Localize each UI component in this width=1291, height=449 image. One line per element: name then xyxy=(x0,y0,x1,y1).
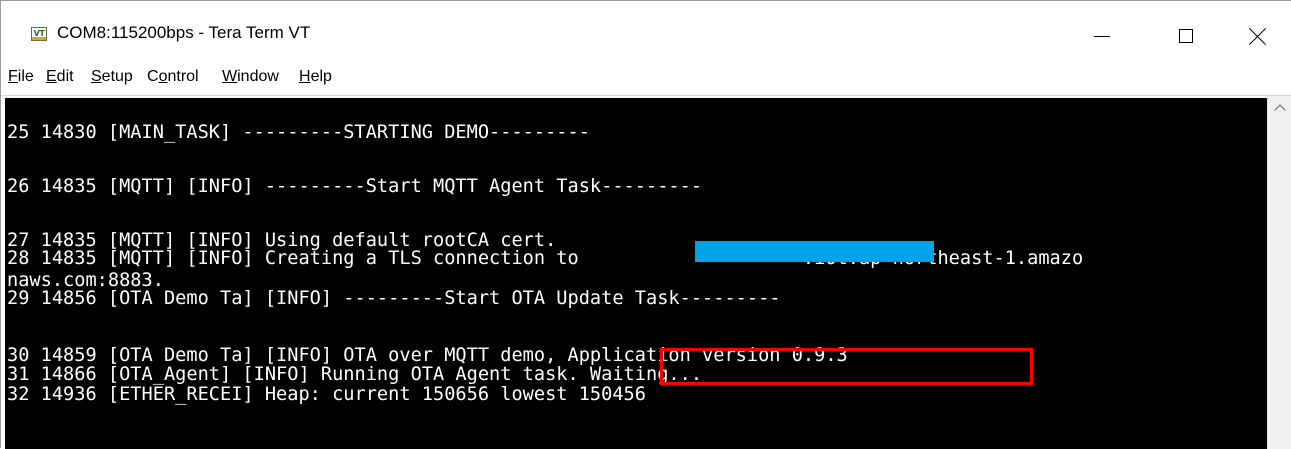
tera-term-window: VT COM8:115200bps - Tera Term VT File Ed… xyxy=(0,0,1291,449)
scroll-up-button[interactable] xyxy=(1268,96,1291,118)
menu-edit-accelerator: E xyxy=(46,68,57,85)
terminal-line: 25 14830 [MAIN_TASK] ---------STARTING D… xyxy=(7,121,590,143)
menu-window[interactable]: Window xyxy=(222,68,279,86)
vertical-scrollbar[interactable] xyxy=(1267,96,1291,449)
minimize-button[interactable] xyxy=(1069,13,1135,59)
menu-edit-label: dit xyxy=(56,68,74,85)
menu-setup-accelerator: S xyxy=(91,68,102,85)
close-icon xyxy=(1249,27,1267,45)
menu-control-prefix: C xyxy=(147,68,159,85)
version-highlight-box xyxy=(660,348,1033,385)
maximize-icon xyxy=(1179,29,1193,43)
menu-setup[interactable]: Setup xyxy=(91,68,133,86)
menu-help-accelerator: H xyxy=(299,68,311,85)
terminal-output[interactable]: 25 14830 [MAIN_TASK] ---------STARTING D… xyxy=(5,98,1267,449)
close-button[interactable] xyxy=(1225,13,1291,59)
menu-file-label: ile xyxy=(17,68,34,85)
title-bar[interactable]: VT COM8:115200bps - Tera Term VT xyxy=(1,1,1291,59)
maximize-button[interactable] xyxy=(1153,13,1219,59)
menu-file-accelerator: F xyxy=(8,68,18,85)
menu-setup-label: etup xyxy=(101,68,133,85)
menu-help-label: elp xyxy=(310,68,332,85)
terminal-line: 32 14936 [ETHER_RECEI] Heap: current 150… xyxy=(7,383,646,405)
tera-term-app-icon[interactable]: VT xyxy=(31,27,47,41)
terminal-line: 29 14856 [OTA Demo Ta] [INFO] ---------S… xyxy=(7,287,781,309)
terminal-line: 26 14835 [MQTT] [INFO] ---------Start MQ… xyxy=(7,175,703,197)
menu-window-accelerator: W xyxy=(222,68,238,85)
window-title: COM8:115200bps - Tera Term VT xyxy=(57,23,311,42)
menu-bar: File Edit Setup Control Window Help xyxy=(1,59,1291,95)
menu-control-label: ntrol xyxy=(167,68,199,85)
chevron-up-icon xyxy=(1273,103,1286,116)
menu-help[interactable]: Help xyxy=(299,68,332,86)
menu-edit[interactable]: Edit xyxy=(46,68,74,86)
menu-window-label: indow xyxy=(237,68,279,85)
menu-file[interactable]: File xyxy=(8,68,34,86)
minimize-icon xyxy=(1094,35,1110,37)
redacted-endpoint xyxy=(695,241,934,262)
menu-control[interactable]: Control xyxy=(147,68,199,86)
terminal-line: 31 14866 [OTA_Agent] [INFO] Running OTA … xyxy=(7,363,703,385)
menu-divider xyxy=(1,95,1291,96)
